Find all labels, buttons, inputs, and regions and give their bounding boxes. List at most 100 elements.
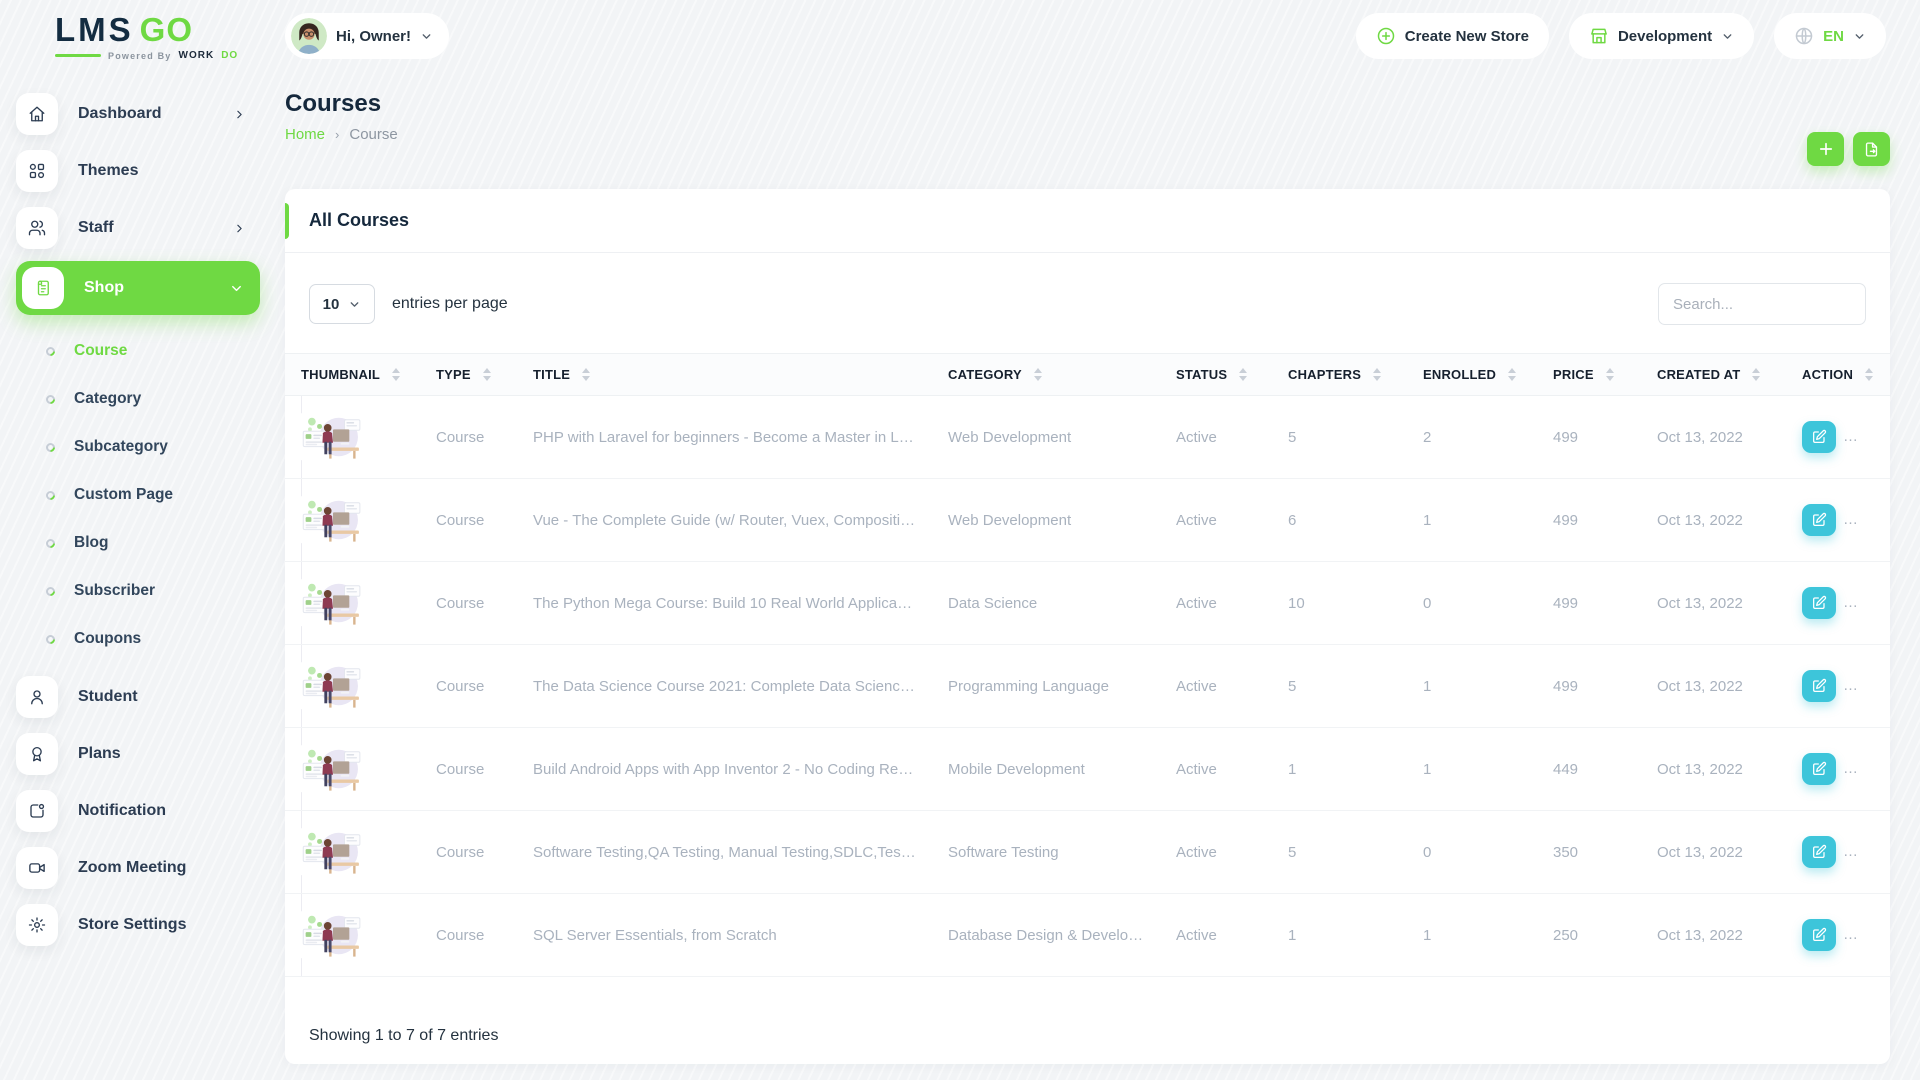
cell-type: Course: [420, 811, 517, 894]
cell-chapters: 1: [1272, 728, 1407, 811]
user-menu[interactable]: Hi, Owner!: [285, 13, 449, 59]
sidebar-item-store-settings[interactable]: Store Settings: [16, 901, 260, 949]
brand-logo[interactable]: LMS GO Powered By WORK DO: [55, 11, 285, 61]
chevron-down-icon: [420, 30, 433, 43]
sidebar-item-staff[interactable]: Staff: [16, 204, 260, 252]
chevron-right-icon: [233, 108, 246, 121]
sidebar-item-themes[interactable]: Themes: [16, 147, 260, 195]
cell-chapters: 6: [1272, 479, 1407, 562]
table-row: CourseVue - The Complete Guide (w/ Route…: [285, 479, 1890, 562]
column-header-status[interactable]: STATUS: [1160, 354, 1272, 396]
column-header-chapters[interactable]: CHAPTERS: [1272, 354, 1407, 396]
sidebar-item-dashboard[interactable]: Dashboard: [16, 90, 260, 138]
cell-thumbnail: [285, 479, 420, 562]
cell-type: Course: [420, 479, 517, 562]
sidebar-subitem-coupons[interactable]: Coupons: [16, 615, 260, 663]
edit-button[interactable]: [1802, 670, 1836, 702]
sidebar-subitem-category[interactable]: Category: [16, 375, 260, 423]
cell-enrolled: 0: [1407, 811, 1537, 894]
sidebar-subitem-subcategory[interactable]: Subcategory: [16, 423, 260, 471]
table-body: CoursePHP with Laravel for beginners - B…: [285, 396, 1890, 977]
edit-button[interactable]: [1802, 421, 1836, 453]
edit-icon: [1811, 844, 1827, 860]
sort-icon[interactable]: [1034, 368, 1042, 381]
sidebar-subitem-label: Category: [74, 390, 141, 408]
sidebar-subitem-custom-page[interactable]: Custom Page: [16, 471, 260, 519]
sort-icon[interactable]: [1752, 368, 1760, 381]
sidebar-item-label: Dashboard: [78, 105, 213, 123]
cell-thumbnail: [285, 396, 420, 479]
column-header-enrolled[interactable]: ENROLLED: [1407, 354, 1537, 396]
cell-price: 499: [1537, 645, 1641, 728]
sort-icon[interactable]: [392, 368, 400, 381]
column-header-created-at[interactable]: CREATED AT: [1641, 354, 1786, 396]
sidebar-subitem-blog[interactable]: Blog: [16, 519, 260, 567]
sort-icon[interactable]: [1865, 368, 1873, 381]
cell-title: Software Testing,QA Testing, Manual Test…: [517, 811, 932, 894]
column-label: CREATED AT: [1657, 367, 1740, 382]
cell-category: Data Science: [932, 562, 1160, 645]
column-header-category[interactable]: CATEGORY: [932, 354, 1160, 396]
edit-button[interactable]: [1802, 919, 1836, 951]
edit-button[interactable]: [1802, 753, 1836, 785]
sidebar-item-plans[interactable]: Plans: [16, 730, 260, 778]
export-button[interactable]: [1853, 132, 1890, 166]
create-new-store-label: Create New Store: [1405, 28, 1529, 45]
sidebar-item-notification[interactable]: Notification: [16, 787, 260, 835]
globe-icon: [1794, 26, 1814, 46]
courses-table: THUMBNAILTYPE TITLE CATEGORYSTATUSCHAPTERS…: [285, 353, 1890, 977]
sort-icon[interactable]: [582, 368, 590, 381]
language-selector[interactable]: EN: [1774, 13, 1886, 59]
header-actions: Create New Store Development EN: [1356, 13, 1886, 59]
table-row: CourseSoftware Testing,QA Testing, Manua…: [285, 811, 1890, 894]
award-icon: [16, 733, 58, 775]
column-label: TITLE: [533, 367, 570, 382]
cell-action: [1786, 479, 1890, 562]
cell-status: Active: [1160, 645, 1272, 728]
cell-category: Web Development: [932, 396, 1160, 479]
sort-icon[interactable]: [483, 368, 491, 381]
breadcrumb-home-link[interactable]: Home: [285, 126, 325, 143]
bullet-icon: [44, 633, 57, 646]
sort-icon[interactable]: [1239, 368, 1247, 381]
sidebar-subitem-course[interactable]: Course: [16, 327, 260, 375]
cell-category: Software Testing: [932, 811, 1160, 894]
sort-icon[interactable]: [1373, 368, 1381, 381]
course-thumbnail-image: [301, 562, 404, 645]
sidebar-item-label: Student: [78, 688, 246, 706]
cell-title: PHP with Laravel for beginners - Become …: [517, 396, 932, 479]
sidebar-item-label: Plans: [78, 745, 246, 763]
sidebar-item-label: Notification: [78, 802, 246, 820]
cell-action: [1786, 645, 1890, 728]
entries-per-page-select[interactable]: 10: [309, 284, 375, 324]
bullet-icon: [44, 345, 57, 358]
column-header-type[interactable]: TYPE: [420, 354, 517, 396]
column-header-price[interactable]: PRICE: [1537, 354, 1641, 396]
cell-enrolled: 1: [1407, 479, 1537, 562]
sidebar-item-shop[interactable]: Shop: [16, 261, 260, 315]
cell-chapters: 10: [1272, 562, 1407, 645]
sort-icon[interactable]: [1508, 368, 1516, 381]
column-header-action[interactable]: ACTION: [1786, 354, 1890, 396]
sort-icon[interactable]: [1606, 368, 1614, 381]
cell-status: Active: [1160, 811, 1272, 894]
cell-type: Course: [420, 728, 517, 811]
column-header-thumbnail[interactable]: THUMBNAIL: [285, 354, 420, 396]
sidebar-subitem-subscriber[interactable]: Subscriber: [16, 567, 260, 615]
edit-button[interactable]: [1802, 587, 1836, 619]
sidebar-item-zoom-meeting[interactable]: Zoom Meeting: [16, 844, 260, 892]
cell-type: Course: [420, 645, 517, 728]
add-course-button[interactable]: [1807, 132, 1844, 166]
cell-status: Active: [1160, 728, 1272, 811]
search-input[interactable]: [1658, 283, 1866, 325]
entries-per-page-value: 10: [323, 296, 340, 313]
notification-icon: [16, 790, 58, 832]
sidebar-item-student[interactable]: Student: [16, 673, 260, 721]
edit-icon: [1811, 678, 1827, 694]
edit-button[interactable]: [1802, 836, 1836, 868]
edit-button[interactable]: [1802, 504, 1836, 536]
chevron-down-icon: [1853, 30, 1866, 43]
store-selector[interactable]: Development: [1569, 13, 1754, 59]
column-header-title[interactable]: TITLE: [517, 354, 932, 396]
create-new-store-button[interactable]: Create New Store: [1356, 13, 1549, 59]
